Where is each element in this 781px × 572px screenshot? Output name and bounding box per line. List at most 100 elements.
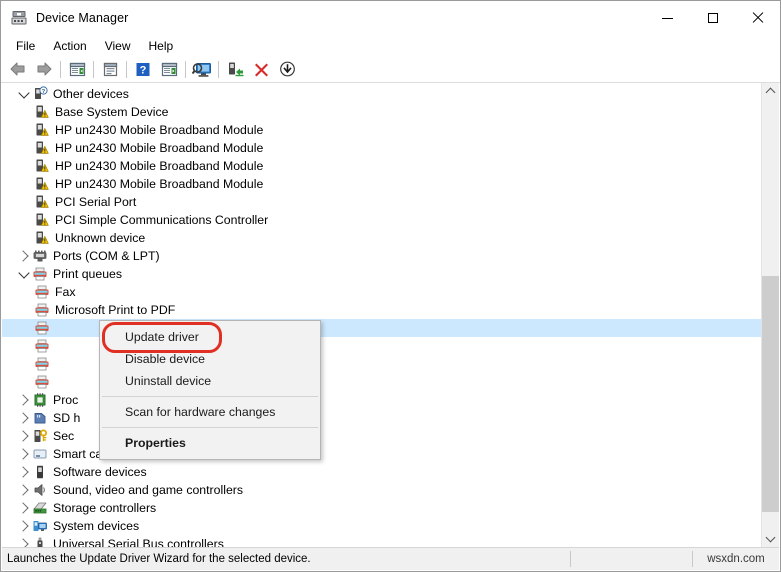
title-bar: Device Manager [1, 1, 780, 35]
chevron-right-icon[interactable] [16, 463, 32, 481]
show-hide-action-pane-icon [161, 62, 177, 76]
tree-node-ports[interactable]: Ports (COM & LPT) [2, 247, 761, 265]
chevron-down-icon[interactable] [16, 265, 32, 283]
tree-node-hp-broadband-module[interactable]: HP un2430 Mobile Broadband Module [2, 121, 761, 139]
svg-text:?: ? [42, 89, 46, 95]
tree-node-microsoft-print-to-pdf[interactable]: Microsoft Print to PDF [2, 301, 761, 319]
scroll-down-icon [765, 532, 776, 543]
ports-icon [32, 248, 48, 264]
context-menu-separator [102, 427, 318, 428]
help-button[interactable]: ? [130, 57, 156, 81]
printer-icon [34, 302, 50, 318]
processor-icon [32, 392, 48, 408]
chevron-right-icon[interactable] [16, 409, 32, 427]
disable-device-button[interactable] [274, 57, 300, 81]
tree-node-print-queues[interactable]: Print queues [2, 265, 761, 283]
context-menu-item-properties[interactable]: Properties [100, 432, 320, 454]
tree-node-label: Software devices [53, 465, 147, 479]
vertical-scrollbar[interactable] [761, 83, 779, 547]
properties-button[interactable] [97, 57, 123, 81]
minimize-button[interactable] [645, 1, 690, 35]
show-hide-action-pane-button[interactable] [156, 57, 182, 81]
scrollbar-thumb[interactable] [762, 276, 779, 512]
chevron-right-icon[interactable] [16, 445, 32, 463]
tree-node-label: HP un2430 Mobile Broadband Module [55, 141, 264, 155]
tree-node-label: Storage controllers [53, 501, 157, 515]
menu-action[interactable]: Action [44, 37, 95, 55]
context-menu: Update driver Disable device Uninstall d… [99, 320, 321, 460]
scroll-up-button[interactable] [762, 83, 779, 100]
tree-node-hp-broadband-module[interactable]: HP un2430 Mobile Broadband Module [2, 139, 761, 157]
security-device-icon [32, 428, 48, 444]
show-hide-console-tree-button[interactable] [64, 57, 90, 81]
tree-node-sound-video-game-controllers[interactable]: Sound, video and game controllers [2, 481, 761, 499]
chevron-right-icon[interactable] [16, 517, 32, 535]
tree-node-system-devices[interactable]: System devices [2, 517, 761, 535]
printer-icon [34, 284, 50, 300]
tree-node-base-system-device[interactable]: Base System Device [2, 103, 761, 121]
chevron-right-icon[interactable] [16, 391, 32, 409]
tree-node-label: Fax [55, 285, 76, 299]
chevron-right-icon[interactable] [16, 481, 32, 499]
chevron-right-icon[interactable] [16, 499, 32, 517]
scroll-down-button[interactable] [762, 530, 779, 547]
tree-node-software-devices[interactable]: Software devices [2, 463, 761, 481]
tree-node-other-devices[interactable]: ? Other devices [2, 85, 761, 103]
update-driver-button[interactable] [222, 57, 248, 81]
tree-node-label: HP un2430 Mobile Broadband Module [55, 177, 264, 191]
back-button[interactable] [5, 57, 31, 81]
uninstall-device-button[interactable] [248, 57, 274, 81]
help-icon: ? [136, 62, 150, 76]
menu-view[interactable]: View [96, 37, 140, 55]
uninstall-device-icon [254, 63, 268, 77]
printer-icon [34, 374, 50, 390]
maximize-button[interactable] [690, 1, 735, 35]
toolbar-separator [185, 60, 186, 78]
svg-text:?: ? [140, 64, 147, 76]
tree-node-label: Other devices [53, 87, 129, 101]
chevron-right-icon[interactable] [16, 247, 32, 265]
chevron-right-icon[interactable] [16, 427, 32, 445]
context-menu-item-disable-device[interactable]: Disable device [100, 348, 320, 370]
toolbar-separator [126, 60, 127, 78]
tree-node-usb-controllers[interactable]: Universal Serial Bus controllers [2, 535, 761, 547]
usb-controller-icon [32, 536, 48, 547]
status-bar: Launches the Update Driver Wizard for th… [2, 547, 779, 570]
tree-node-label: Sec [53, 429, 75, 443]
watermark: wsxdn.com [707, 553, 765, 565]
menu-file[interactable]: File [7, 37, 44, 55]
maximize-icon [707, 13, 718, 23]
close-button[interactable] [735, 1, 780, 35]
tree-node-hp-broadband-module[interactable]: HP un2430 Mobile Broadband Module [2, 175, 761, 193]
scroll-up-icon [765, 87, 776, 98]
tree-node-pci-serial-port[interactable]: PCI Serial Port [2, 193, 761, 211]
scan-for-hardware-changes-button[interactable] [189, 57, 215, 81]
tree-node-label: PCI Serial Port [55, 195, 137, 209]
context-menu-separator [102, 396, 318, 397]
storage-controller-icon [32, 500, 48, 516]
tree-node-pci-simple-comm-controller[interactable]: PCI Simple Communications Controller [2, 211, 761, 229]
chevron-down-icon[interactable] [16, 85, 32, 103]
tree-node-hp-broadband-module[interactable]: HP un2430 Mobile Broadband Module [2, 157, 761, 175]
tree-node-label: Sound, video and game controllers [53, 483, 244, 497]
warning-device-icon [34, 194, 50, 210]
context-menu-item-update-driver[interactable]: Update driver [100, 326, 320, 348]
tree-node-label: Ports (COM & LPT) [53, 249, 160, 263]
context-menu-item-scan-for-hardware-changes[interactable]: Scan for hardware changes [100, 401, 320, 423]
device-manager-window: Device Manager File Action View Help ? ?… [0, 0, 781, 572]
forward-button[interactable] [31, 57, 57, 81]
context-menu-item-uninstall-device[interactable]: Uninstall device [100, 370, 320, 392]
smart-card-reader-icon [32, 446, 48, 462]
menu-bar: File Action View Help [1, 35, 780, 56]
system-device-icon [32, 518, 48, 534]
sd-host-adapter-icon [32, 410, 48, 426]
tree-node-label: Universal Serial Bus controllers [53, 537, 224, 547]
close-icon [752, 12, 764, 24]
tree-node-storage-controllers[interactable]: Storage controllers [2, 499, 761, 517]
minimize-icon [662, 17, 673, 19]
properties-icon [103, 62, 117, 76]
chevron-right-icon[interactable] [16, 535, 32, 547]
menu-help[interactable]: Help [140, 37, 183, 55]
tree-node-fax[interactable]: Fax [2, 283, 761, 301]
tree-node-unknown-device[interactable]: Unknown device [2, 229, 761, 247]
